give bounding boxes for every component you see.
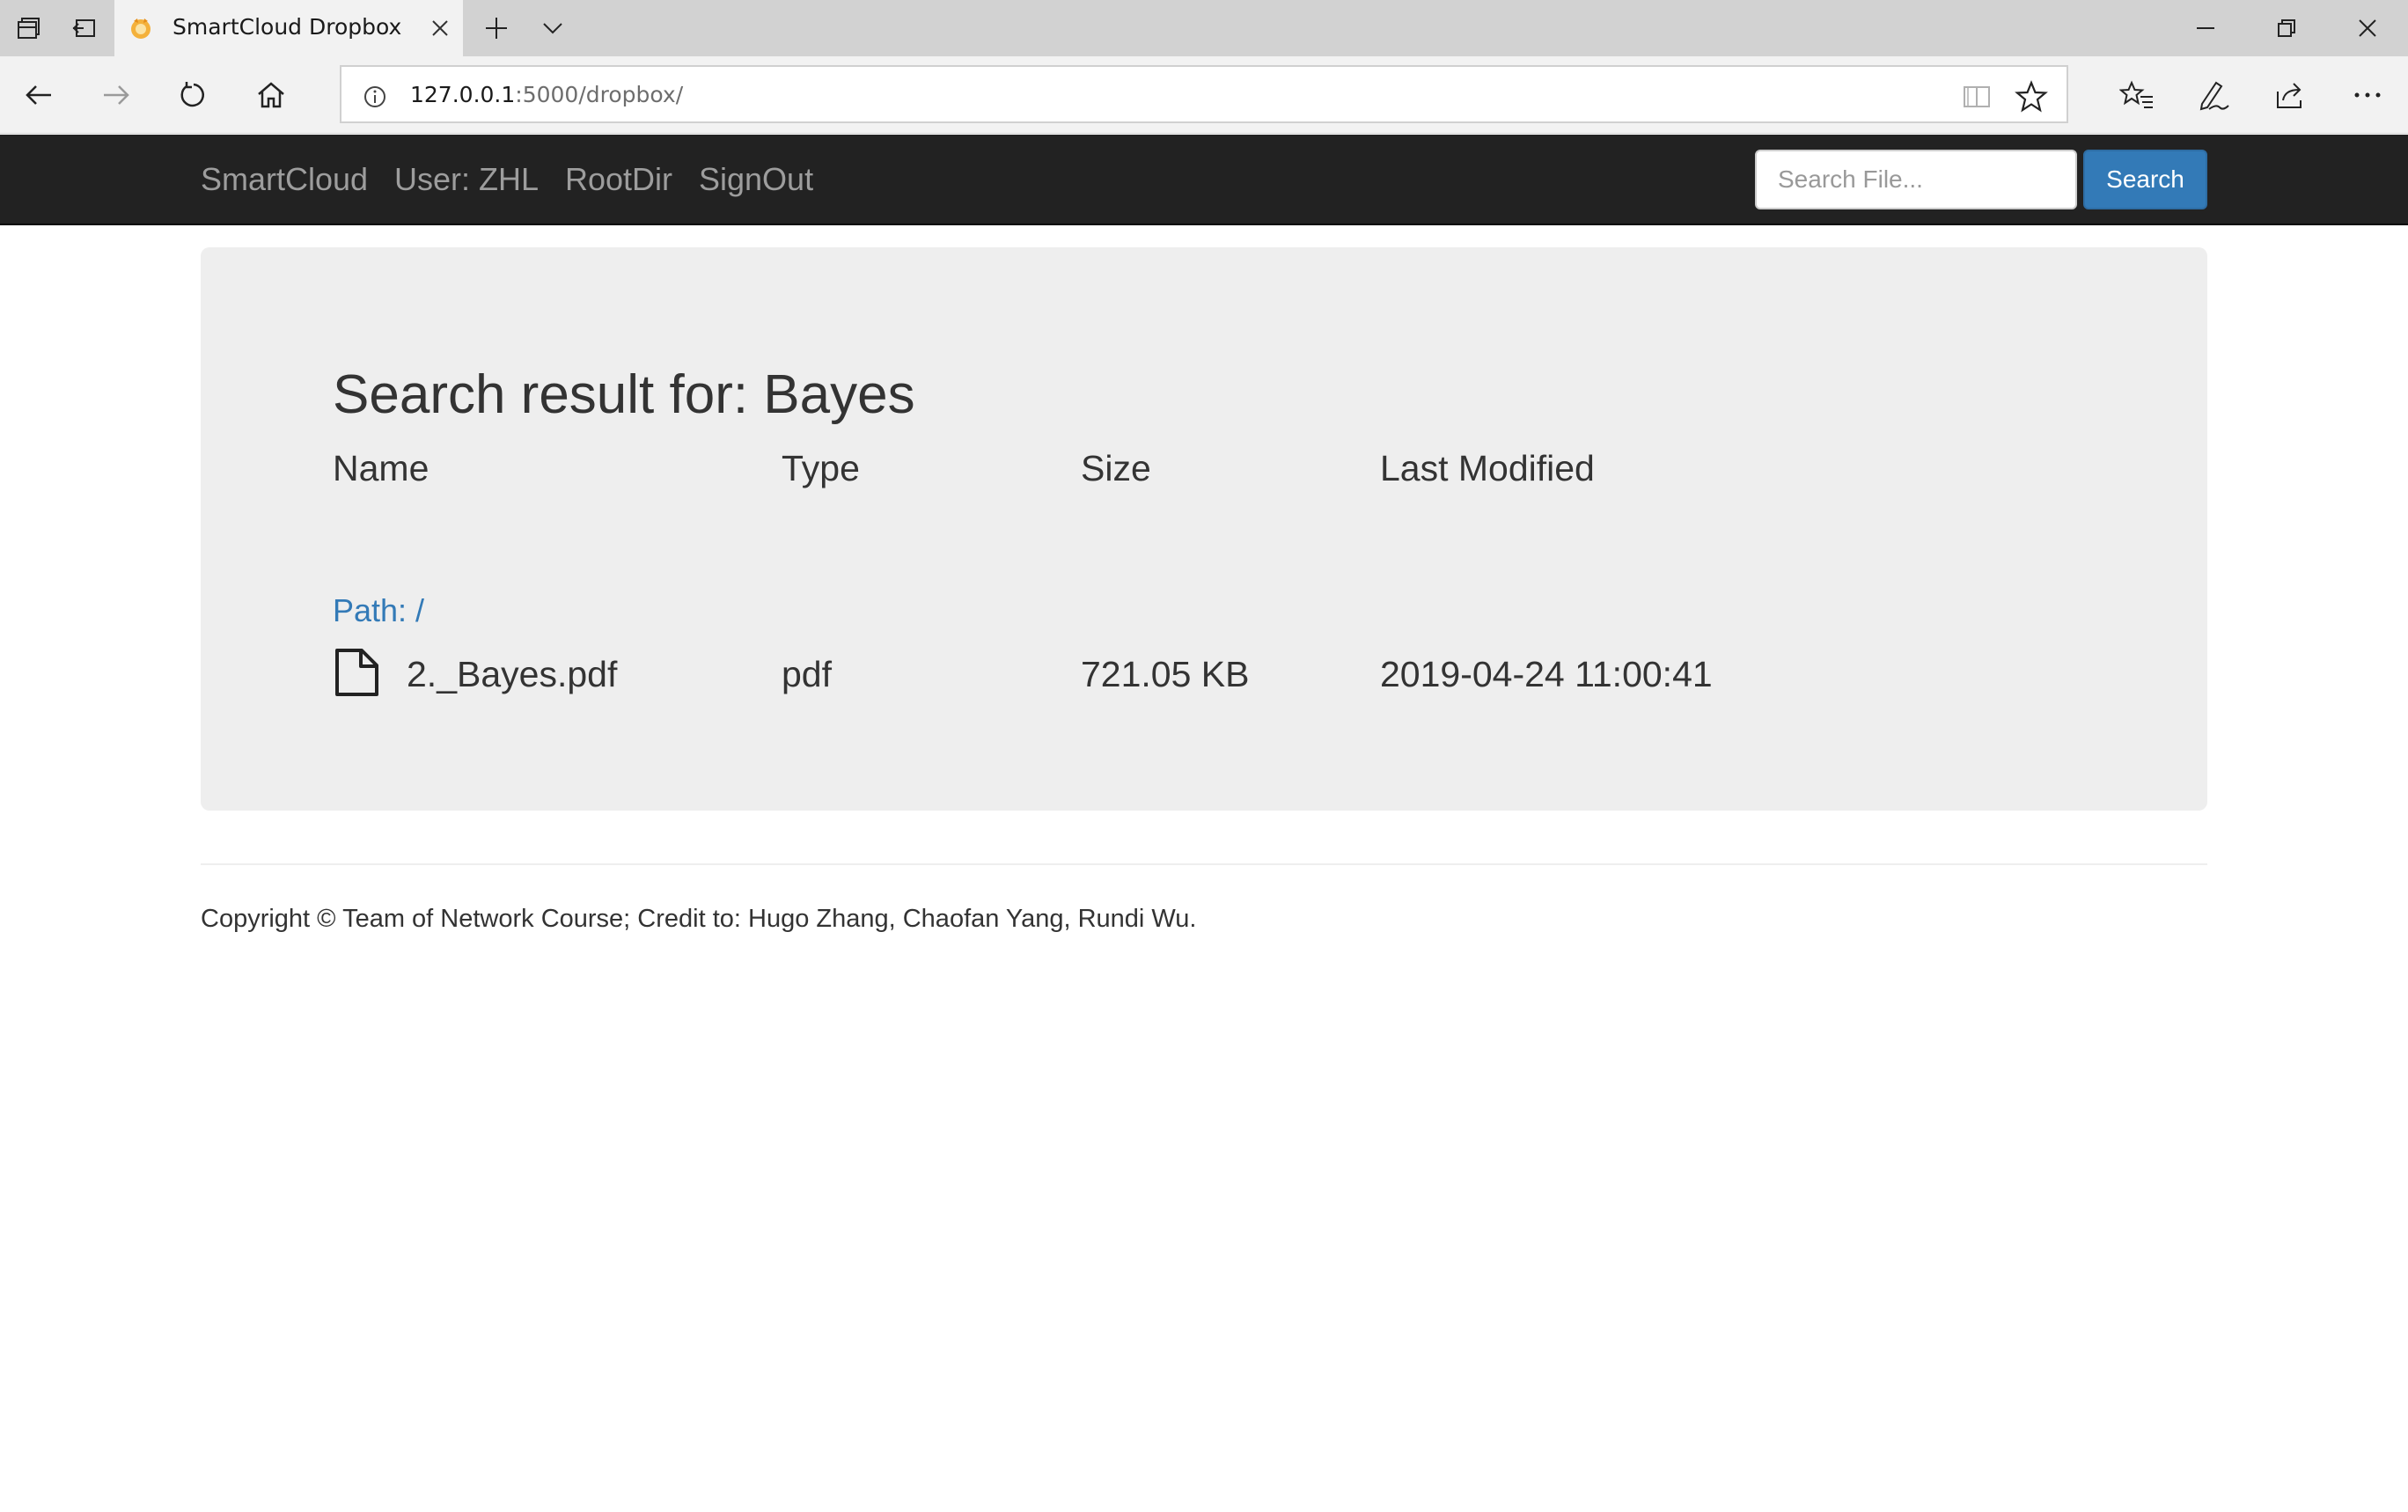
address-bar[interactable]: 127.0.0.1:5000/dropbox/ [340, 65, 2068, 123]
rootdir-link[interactable]: RootDir [565, 161, 672, 198]
column-header-name: Name [333, 448, 429, 488]
url-path: :5000/dropbox/ [515, 82, 684, 107]
site-navbar: SmartCloud User: ZHL RootDir SignOut Sea… [0, 135, 2408, 225]
new-tab-icon[interactable] [481, 12, 512, 44]
brand-link[interactable]: SmartCloud [201, 161, 368, 198]
url-host: 127.0.0.1 [410, 82, 516, 107]
file-row[interactable]: 2._Bayes.pdf pdf 721.05 KB 2019-04-24 11… [333, 643, 1917, 705]
file-icon [333, 649, 380, 696]
favorite-star-icon[interactable] [2014, 79, 2049, 114]
file-size: 721.05 KB [1081, 654, 1250, 694]
close-icon[interactable] [424, 12, 456, 44]
column-header-size: Size [1081, 448, 1151, 488]
column-header-last-modified: Last Modified [1380, 448, 1595, 488]
chevron-down-icon[interactable] [537, 12, 569, 44]
refresh-icon[interactable] [173, 74, 215, 116]
path-link[interactable]: Path: / [333, 592, 424, 629]
active-tab[interactable]: SmartCloud Dropbox [114, 0, 463, 56]
file-type: pdf [782, 654, 832, 694]
page-title: Search result for: Bayes [333, 364, 915, 425]
back-icon[interactable] [18, 74, 60, 116]
tab-manager-icon[interactable] [12, 12, 44, 44]
signout-link[interactable]: SignOut [699, 161, 813, 198]
file-name-link[interactable]: 2._Bayes.pdf [407, 654, 617, 695]
pen-icon[interactable] [2193, 74, 2235, 116]
reading-view-icon[interactable] [1961, 81, 1993, 113]
browser-tab-strip: SmartCloud Dropbox [0, 0, 2408, 56]
file-last-modified: 2019-04-24 11:00:41 [1380, 654, 1713, 694]
browser-toolbar: 127.0.0.1:5000/dropbox/ [0, 56, 2408, 134]
search-results-panel: Search result for: Bayes Name Type Size … [201, 247, 2207, 811]
more-icon[interactable] [2346, 74, 2389, 116]
favorites-list-icon[interactable] [2116, 74, 2158, 116]
info-icon[interactable] [363, 84, 387, 109]
footer-divider [201, 863, 2207, 865]
share-icon[interactable] [2269, 74, 2311, 116]
close-window-icon[interactable] [2348, 9, 2387, 48]
favicon-icon [128, 16, 153, 40]
search-input[interactable] [1755, 150, 2077, 209]
column-header-type: Type [782, 448, 860, 488]
user-link[interactable]: User: ZHL [394, 161, 539, 198]
tabs-aside-icon[interactable] [69, 12, 100, 44]
home-icon[interactable] [250, 74, 292, 116]
minimize-icon[interactable] [2186, 9, 2225, 48]
forward-icon[interactable] [95, 74, 137, 116]
search-button[interactable]: Search [2083, 150, 2207, 209]
url-text[interactable]: 127.0.0.1:5000/dropbox/ [410, 82, 683, 107]
restore-icon[interactable] [2267, 9, 2306, 48]
footer-copyright: Copyright © Team of Network Course; Cred… [201, 905, 1197, 933]
tab-title: SmartCloud Dropbox [173, 14, 402, 40]
